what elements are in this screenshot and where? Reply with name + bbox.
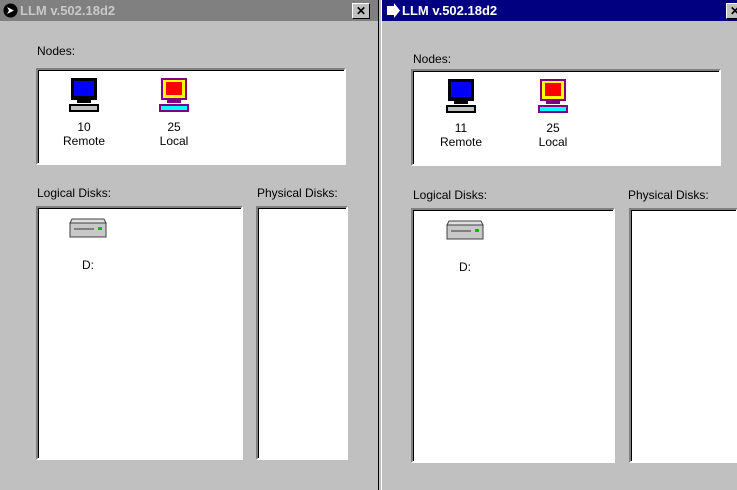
node-count: 10	[77, 120, 91, 134]
remote-computer-icon	[69, 78, 99, 112]
nodes-panel[interactable]: 11 Remote 25 Local	[411, 69, 721, 166]
close-button[interactable]: ✕	[352, 3, 370, 19]
close-button[interactable]: ✕	[726, 3, 737, 19]
logical-disks-panel[interactable]: D:	[411, 208, 615, 463]
logical-disks-panel[interactable]: D:	[36, 206, 243, 460]
llm-window-active[interactable]: LLM v.502.18d2 ✕ Nodes: 11 Remote	[381, 0, 737, 490]
close-icon: ✕	[730, 4, 737, 18]
node-count: 25	[546, 121, 560, 135]
nodes-label: Nodes:	[413, 52, 452, 66]
disk-label: D:	[459, 260, 471, 274]
disk-label: D:	[82, 258, 94, 272]
disk-item[interactable]: D:	[58, 218, 118, 272]
disk-drive-icon	[69, 218, 107, 238]
nodes-label: Nodes:	[37, 44, 76, 58]
nodes-panel[interactable]: 10 Remote 25 Local	[36, 68, 346, 165]
physical-disks-label: Physical Disks:	[628, 188, 709, 202]
physical-disks-label: Physical Disks:	[257, 186, 338, 200]
close-icon: ✕	[355, 4, 367, 18]
disk-item[interactable]: D:	[435, 220, 495, 274]
title-bar[interactable]: LLM v.502.18d2 ✕	[382, 0, 737, 21]
logical-disks-label: Logical Disks:	[413, 188, 488, 202]
node-name: Local	[159, 134, 189, 148]
title-bar[interactable]: LLM v.502.18d2 ✕	[0, 0, 378, 21]
node-count: 25	[167, 120, 181, 134]
node-remote[interactable]: 10 Remote	[54, 76, 114, 148]
arrow-app-icon	[3, 3, 18, 18]
arrow-app-icon	[387, 3, 400, 18]
physical-disks-panel[interactable]	[256, 206, 348, 460]
node-remote[interactable]: 11 Remote	[431, 77, 491, 149]
node-name: Local	[538, 135, 568, 149]
window-title: LLM v.502.18d2	[402, 3, 498, 18]
node-count: 11	[454, 121, 468, 135]
logical-disks-label: Logical Disks:	[37, 186, 112, 200]
node-name: Remote	[62, 134, 106, 148]
physical-disks-panel[interactable]	[629, 208, 737, 463]
local-computer-icon	[159, 78, 189, 112]
node-local[interactable]: 25 Local	[144, 76, 204, 148]
local-computer-icon	[538, 79, 568, 113]
llm-window-inactive[interactable]: LLM v.502.18d2 ✕ Nodes: 10 Remote 25 Loc…	[0, 0, 379, 490]
node-local[interactable]: 25 Local	[523, 77, 583, 149]
node-name: Remote	[439, 135, 483, 149]
disk-drive-icon	[446, 220, 484, 240]
window-title: LLM v.502.18d2	[20, 3, 116, 18]
remote-computer-icon	[446, 79, 476, 113]
